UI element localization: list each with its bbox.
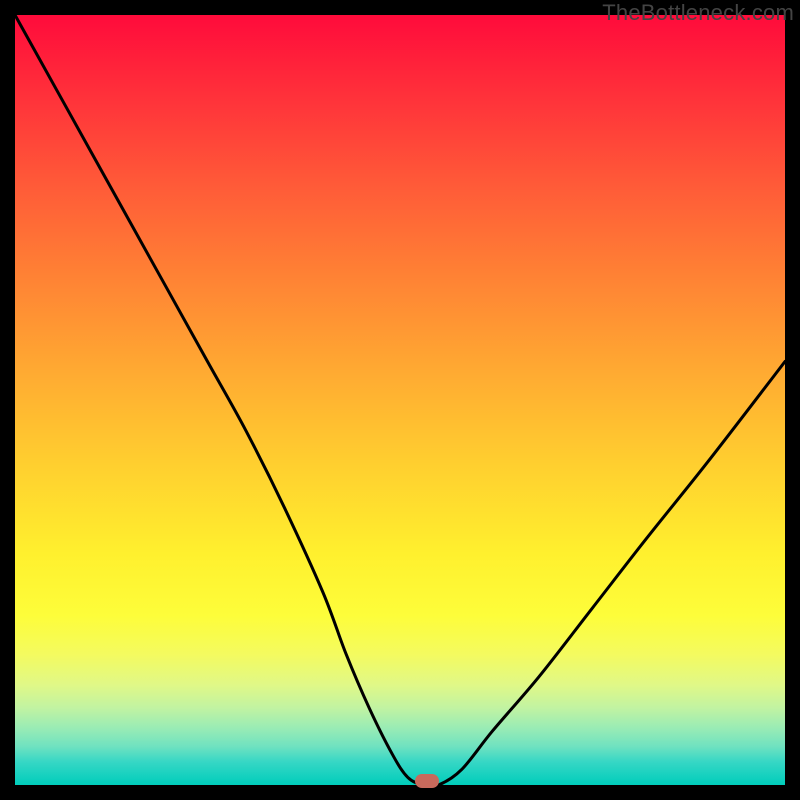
curve-path [15,15,785,785]
optimal-point-marker [415,774,439,788]
chart-frame: TheBottleneck.com [0,0,800,800]
watermark-text: TheBottleneck.com [602,0,794,26]
bottleneck-curve [15,15,785,785]
plot-area [15,15,785,785]
